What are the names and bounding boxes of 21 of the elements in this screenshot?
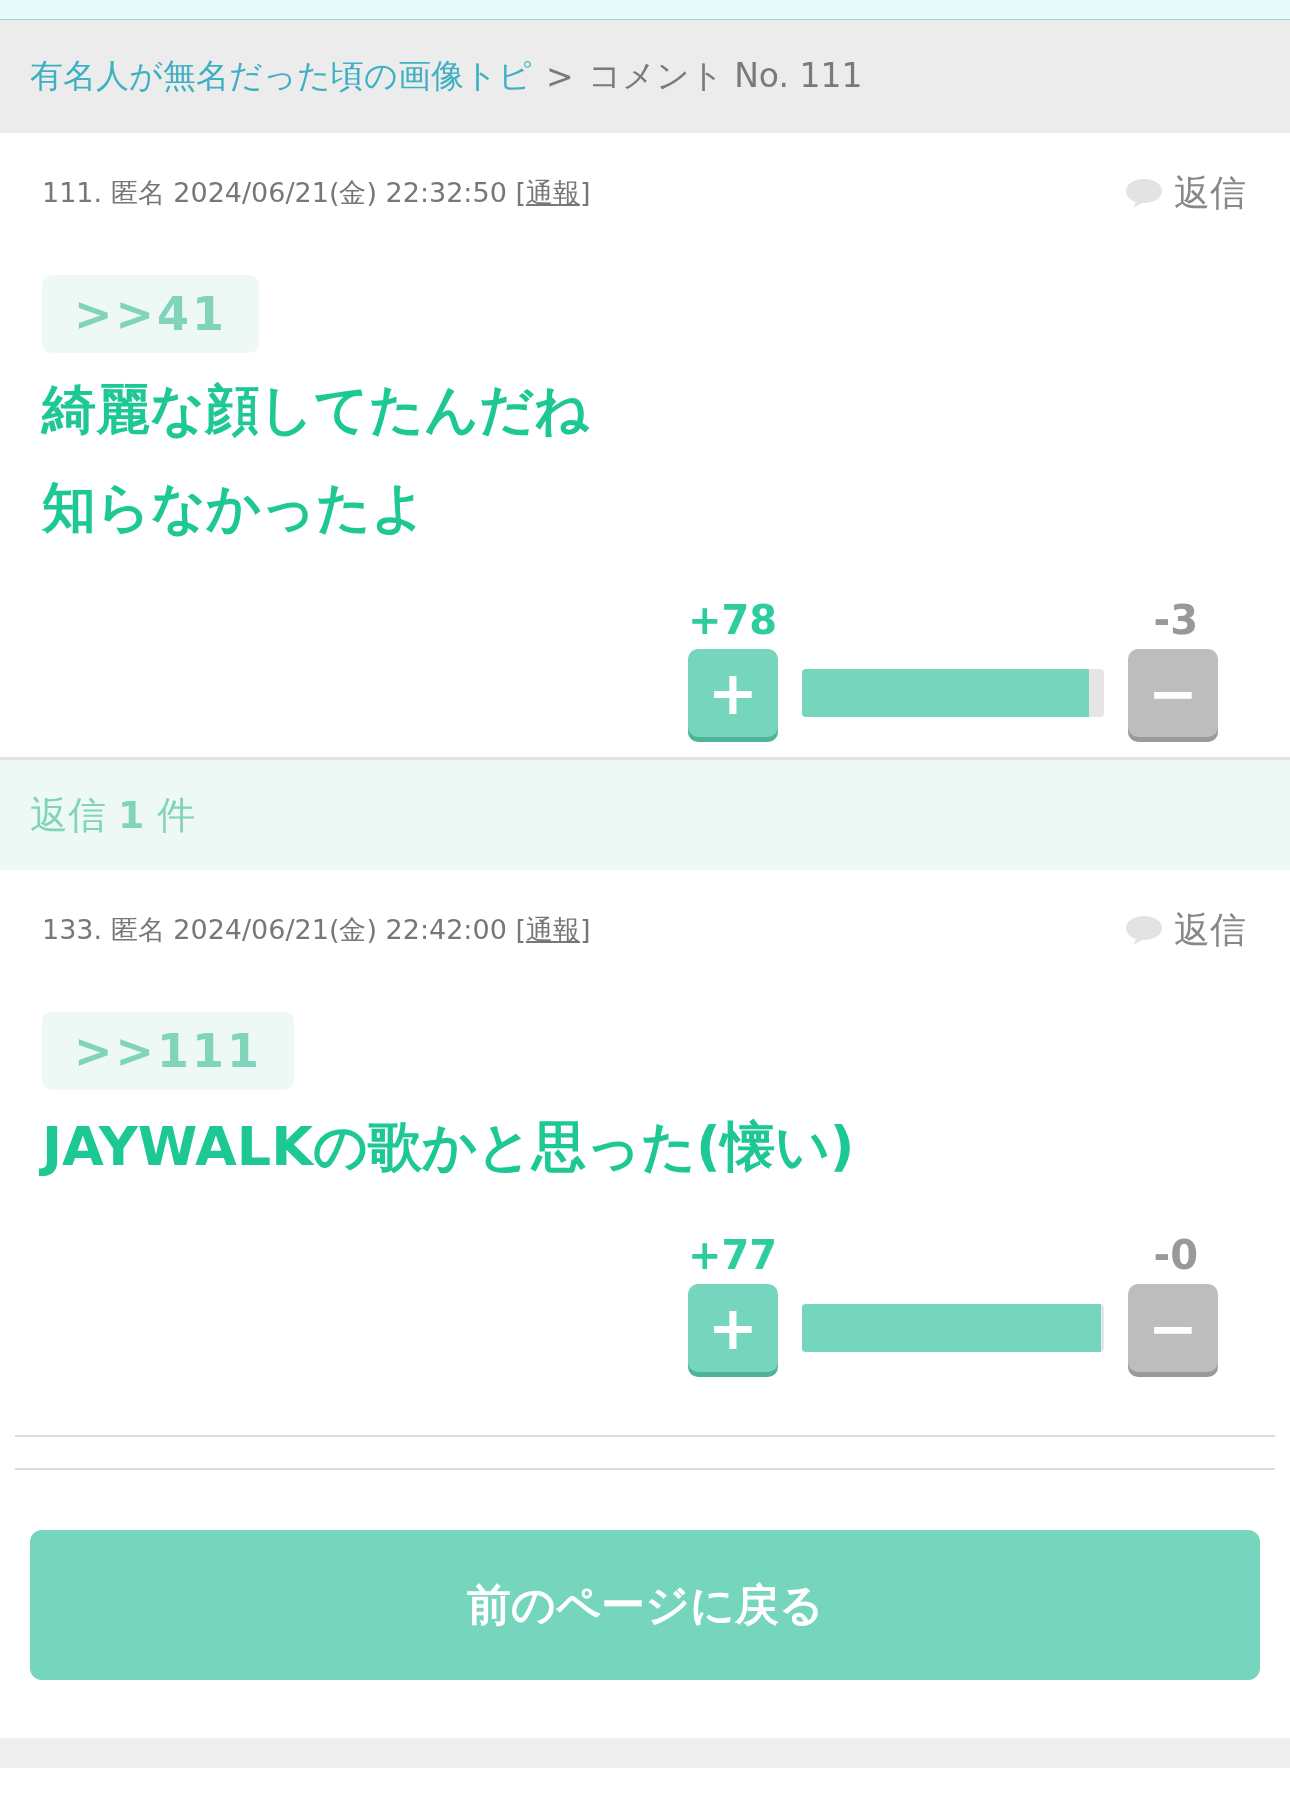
comment-text: 知らなかったよ (42, 475, 427, 541)
breadcrumb-separator: > (546, 57, 574, 96)
reply-button[interactable]: 返信 (1124, 905, 1246, 955)
reply-anchor-link[interactable]: >>41 (42, 275, 260, 353)
plus-count: +77 (688, 1232, 778, 1278)
back-button[interactable]: 前のページに戻る (30, 1530, 1260, 1680)
breadcrumb-link[interactable]: 有名人が無名だった頃の画像トピ (30, 54, 532, 99)
speech-bubble-icon (1124, 177, 1164, 209)
minus-count: -0 (1153, 1232, 1198, 1278)
plus-count: +78 (688, 597, 778, 643)
breadcrumb-current: コメント No. 111 (587, 55, 863, 97)
reply-count: 返信 1 件 (30, 791, 195, 839)
comment-meta: 111. 匿名 2024/06/21(金) 22:32:50 [通報] (42, 176, 591, 210)
report-link[interactable]: 通報 (525, 914, 580, 945)
reply-button[interactable]: 返信 (1124, 168, 1246, 218)
comment-text: 綺麗な顔してたんだね (42, 377, 590, 443)
minus-count: -3 (1153, 597, 1198, 643)
report-link[interactable]: 通報 (525, 177, 580, 208)
speech-bubble-icon (1124, 914, 1164, 946)
reply-anchor-link[interactable]: >>111 (42, 1012, 295, 1090)
comment-meta: 133. 匿名 2024/06/21(金) 22:42:00 [通報] (42, 913, 591, 947)
